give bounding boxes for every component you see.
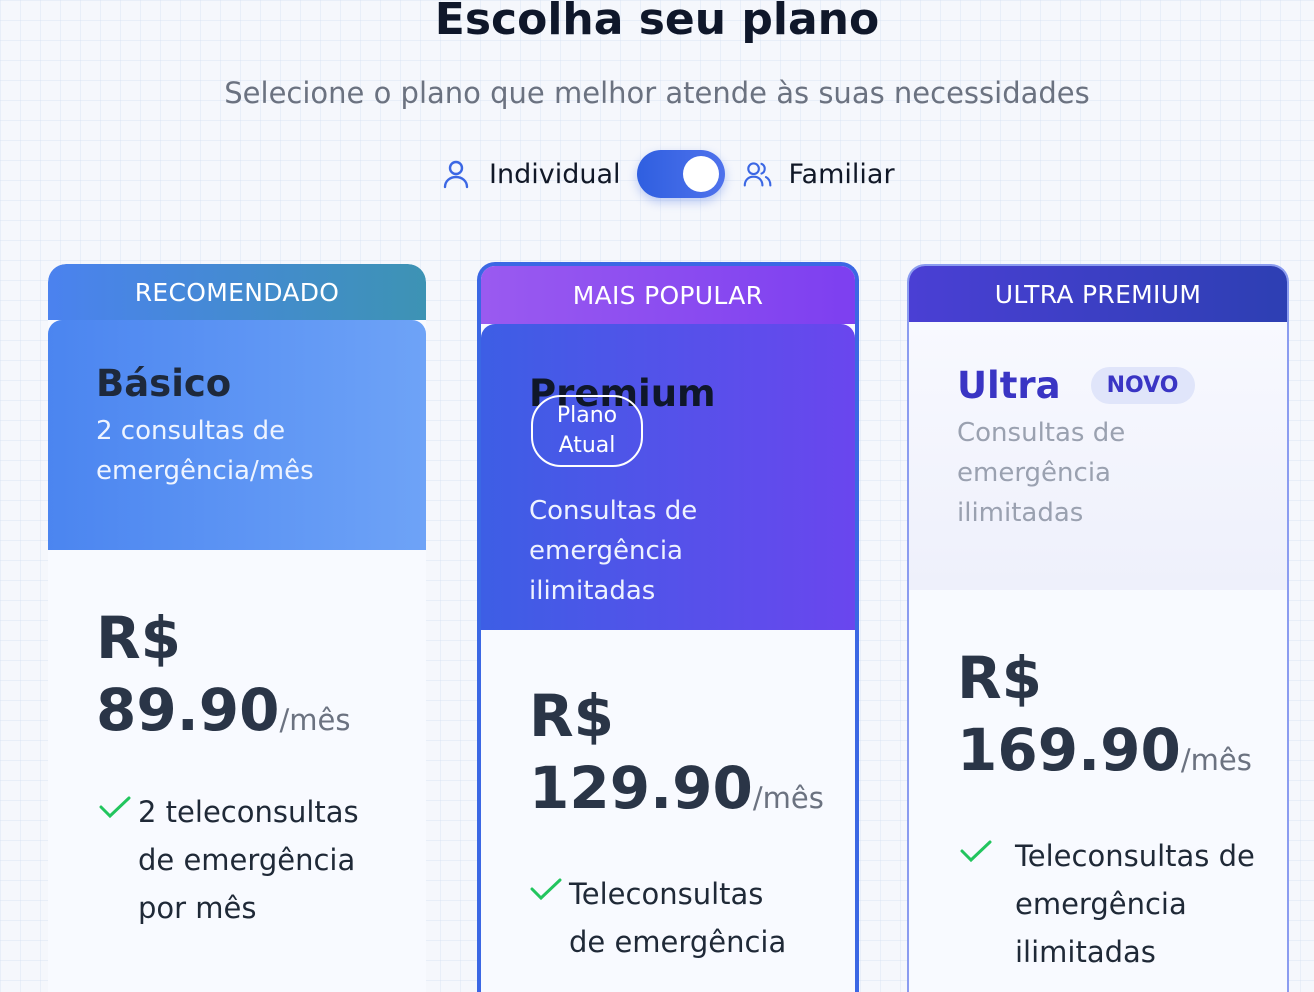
plan-header: Básico 2 consultas de emergência/mês <box>48 320 426 550</box>
price-period: /mês <box>752 781 824 815</box>
check-icon <box>959 832 1015 976</box>
plan-type-switch[interactable] <box>636 150 725 198</box>
price-value: 169.90 <box>957 716 1181 784</box>
price-currency: R$ <box>529 682 615 750</box>
price-value: 129.90 <box>529 754 753 822</box>
check-icon <box>98 788 138 932</box>
feature-text: 2 teleconsultas de emergência por mês <box>138 795 359 925</box>
plan-header: Ultra NOVO Consultas de emergência ilimit… <box>909 322 1287 590</box>
plan-banner: RECOMENDADO <box>48 264 426 320</box>
plan-name: Básico <box>96 362 232 405</box>
price-currency: R$ <box>96 604 182 672</box>
plan-type-toggle-row: Individual Familiar <box>441 148 895 200</box>
familiar-label[interactable]: Familiar <box>789 159 895 190</box>
plan-description: 2 consultas de emergência/mês <box>96 416 314 486</box>
feature-item: 2 teleconsultas de emergência por mês <box>98 788 398 932</box>
plan-card-basico[interactable]: RECOMENDADO Básico 2 consultas de emergê… <box>48 264 426 992</box>
individual-label[interactable]: Individual <box>489 159 621 190</box>
price-period: /mês <box>279 703 351 737</box>
price-period: /mês <box>1180 743 1252 777</box>
feature-item: Teleconsultas de emergência <box>529 870 829 966</box>
current-plan-badge: Plano Atual <box>531 395 643 467</box>
users-icon <box>743 159 773 189</box>
plan-banner: MAIS POPULAR <box>481 266 855 324</box>
price-value: 89.90 <box>96 676 280 744</box>
feature-text: Teleconsultas de emergência ilimitadas <box>1015 839 1255 969</box>
switch-knob <box>682 156 719 192</box>
plan-price: R$ 89.90/mês <box>96 602 350 756</box>
plan-card-premium[interactable]: MAIS POPULAR PremiumPlano Atual Consulta… <box>477 262 859 992</box>
plan-description: Consultas de emergência ilimitadas <box>529 496 698 606</box>
plan-banner: ULTRA PREMIUM <box>909 266 1287 322</box>
plan-card-ultra[interactable]: ULTRA PREMIUM Ultra NOVO Consultas de eme… <box>907 264 1289 992</box>
plan-price: R$ 169.90/mês <box>957 642 1252 796</box>
plan-price: R$ 129.90/mês <box>529 680 824 834</box>
plan-header: PremiumPlano Atual Consultas de emergênc… <box>481 324 855 630</box>
plan-description: Consultas de emergência ilimitadas <box>957 418 1126 528</box>
user-icon <box>441 159 471 189</box>
price-currency: R$ <box>957 644 1043 712</box>
feature-text: Teleconsultas de emergência <box>569 877 787 959</box>
page-title: Escolha seu plano <box>434 0 880 45</box>
plan-name: Ultra <box>957 364 1061 407</box>
check-icon <box>529 870 569 966</box>
new-badge: NOVO <box>1090 367 1195 404</box>
feature-item: Teleconsultas de emergência ilimitadas <box>959 832 1259 976</box>
page-subtitle: Selecione o plano que melhor atende às s… <box>224 76 1090 110</box>
